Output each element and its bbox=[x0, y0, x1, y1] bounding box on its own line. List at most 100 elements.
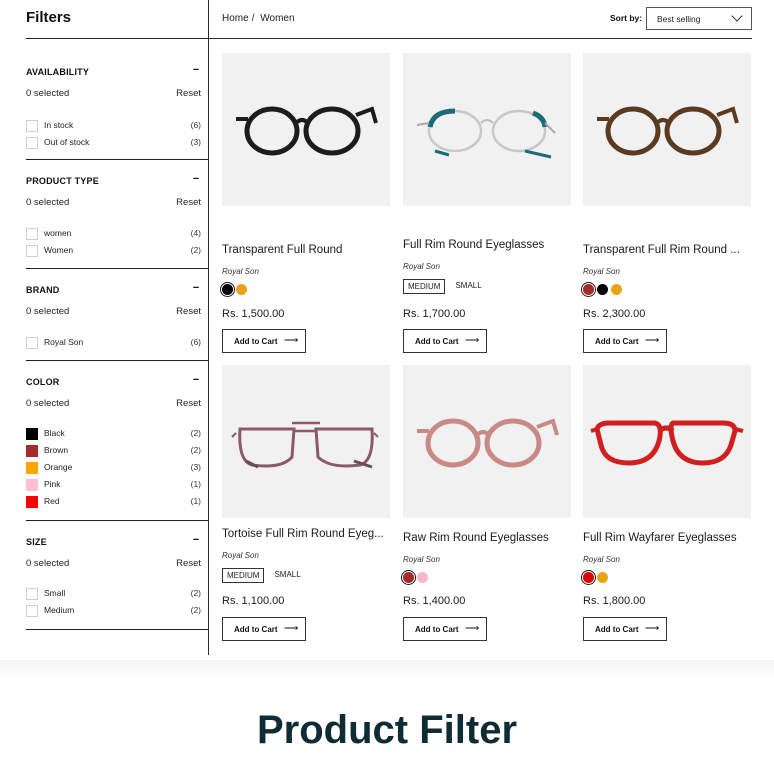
color-swatch[interactable] bbox=[26, 445, 38, 457]
product-image[interactable] bbox=[403, 53, 571, 206]
filter-heading[interactable]: SIZE bbox=[26, 537, 47, 547]
color-swatch[interactable] bbox=[581, 282, 596, 297]
filter-option-orange[interactable]: Orange (3) bbox=[26, 461, 201, 475]
filter-option-in-stock[interactable]: In stock (6) bbox=[26, 119, 201, 133]
option-count: (1) bbox=[190, 496, 201, 506]
checkbox[interactable] bbox=[26, 137, 38, 149]
filter-option-small[interactable]: Small (2) bbox=[26, 587, 201, 601]
filter-option-women-2[interactable]: Women (2) bbox=[26, 244, 201, 258]
collapse-icon[interactable]: − bbox=[191, 173, 201, 185]
checkbox[interactable] bbox=[26, 120, 38, 132]
sidebar-divider bbox=[26, 268, 208, 269]
add-to-cart-button[interactable]: Add to Cart ⟶ bbox=[403, 617, 487, 641]
filter-heading[interactable]: BRAND bbox=[26, 285, 60, 295]
color-swatch[interactable] bbox=[236, 284, 247, 295]
checkbox[interactable] bbox=[26, 588, 38, 600]
product-brand: Royal Son bbox=[403, 555, 440, 564]
size-chip[interactable]: MEDIUM bbox=[222, 568, 265, 583]
add-to-cart-button[interactable]: Add to Cart ⟶ bbox=[222, 617, 306, 641]
reset-link[interactable]: Reset bbox=[176, 558, 201, 569]
color-swatch[interactable] bbox=[417, 572, 428, 583]
reset-link[interactable]: Reset bbox=[176, 197, 201, 208]
eyeglasses-image bbox=[597, 106, 739, 156]
sidebar-divider bbox=[26, 629, 208, 630]
product-brand: Royal Son bbox=[222, 267, 259, 276]
filter-option-medium[interactable]: Medium (2) bbox=[26, 604, 201, 618]
sidebar-divider bbox=[26, 159, 208, 160]
color-swatch[interactable] bbox=[597, 572, 608, 583]
color-swatch[interactable] bbox=[26, 462, 38, 474]
option-count: (2) bbox=[190, 245, 201, 255]
breadcrumb-home[interactable]: Home bbox=[222, 13, 249, 24]
filter-heading[interactable]: COLOR bbox=[26, 377, 60, 387]
color-swatch[interactable] bbox=[581, 570, 596, 585]
color-swatch[interactable] bbox=[401, 570, 416, 585]
chevron-down-icon bbox=[731, 10, 743, 22]
product-image[interactable] bbox=[403, 365, 571, 518]
product-title[interactable]: Tortoise Full Rim Round Eyeg... bbox=[222, 528, 390, 540]
option-count: (2) bbox=[190, 428, 201, 438]
checkbox[interactable] bbox=[26, 228, 38, 240]
add-to-cart-button[interactable]: Add to Cart ⟶ bbox=[583, 617, 667, 641]
checkbox[interactable] bbox=[26, 245, 38, 257]
product-title[interactable]: Transparent Full Round bbox=[222, 244, 390, 256]
reset-link[interactable]: Reset bbox=[176, 88, 201, 99]
selected-count: 0 selected bbox=[26, 306, 70, 317]
color-swatch[interactable] bbox=[597, 284, 608, 295]
collapse-icon[interactable]: − bbox=[191, 374, 201, 386]
filter-sidebar: Filters AVAILABILITY − 0 selected Reset … bbox=[26, 0, 208, 655]
product-price: Rs. 1,700.00 bbox=[403, 308, 466, 320]
breadcrumb-separator: / bbox=[251, 13, 255, 24]
breadcrumb: Home / Women bbox=[222, 13, 295, 24]
color-swatch[interactable] bbox=[26, 496, 38, 508]
filter-option-black[interactable]: Black (2) bbox=[26, 427, 201, 441]
product-brand: Royal Son bbox=[403, 262, 440, 271]
sort-dropdown[interactable]: Best selling bbox=[646, 7, 752, 30]
product-title[interactable]: Full Rim Round Eyeglasses bbox=[403, 239, 571, 251]
product-image[interactable] bbox=[222, 53, 390, 206]
header-divider bbox=[209, 38, 752, 39]
reset-link[interactable]: Reset bbox=[176, 398, 201, 409]
filter-heading[interactable]: PRODUCT TYPE bbox=[26, 176, 99, 186]
option-label: Women bbox=[44, 245, 74, 255]
color-swatch[interactable] bbox=[26, 428, 38, 440]
filter-option-red[interactable]: Red (1) bbox=[26, 495, 201, 509]
filter-option-pink[interactable]: Pink (1) bbox=[26, 478, 201, 492]
product-title[interactable]: Raw Rim Round Eyeglasses bbox=[403, 532, 571, 544]
filter-heading[interactable]: AVAILABILITY bbox=[26, 67, 89, 77]
arrow-right-icon: ⟶ bbox=[465, 335, 480, 346]
size-chip[interactable]: MEDIUM bbox=[403, 279, 446, 294]
collapse-icon[interactable]: − bbox=[191, 64, 201, 76]
color-swatch[interactable] bbox=[611, 284, 622, 295]
size-chip[interactable]: SMALL bbox=[270, 568, 304, 581]
sort-label: Sort by: bbox=[610, 13, 643, 23]
add-to-cart-button[interactable]: Add to Cart ⟶ bbox=[403, 329, 487, 353]
size-chip[interactable]: SMALL bbox=[451, 279, 485, 292]
arrow-right-icon: ⟶ bbox=[284, 335, 299, 346]
collapse-icon[interactable]: − bbox=[191, 282, 201, 294]
filter-option-royal-son[interactable]: Royal Son (6) bbox=[26, 336, 201, 350]
checkbox[interactable] bbox=[26, 605, 38, 617]
reset-link[interactable]: Reset bbox=[176, 306, 201, 317]
product-price: Rs. 1,100.00 bbox=[222, 595, 285, 607]
color-swatches bbox=[581, 570, 611, 585]
product-title[interactable]: Full Rim Wayfarer Eyeglasses bbox=[583, 532, 751, 544]
product-title[interactable]: Transparent Full Rim Round ... bbox=[583, 244, 751, 256]
collapse-icon[interactable]: − bbox=[191, 534, 201, 546]
add-to-cart-button[interactable]: Add to Cart ⟶ bbox=[583, 329, 667, 353]
filter-option-brown[interactable]: Brown (2) bbox=[26, 444, 201, 458]
option-count: (2) bbox=[190, 605, 201, 615]
option-count: (6) bbox=[190, 337, 201, 347]
option-count: (2) bbox=[190, 588, 201, 598]
color-swatch[interactable] bbox=[220, 282, 235, 297]
filter-option-out-of-stock[interactable]: Out of stock (3) bbox=[26, 136, 201, 150]
add-to-cart-button[interactable]: Add to Cart ⟶ bbox=[222, 329, 306, 353]
product-image[interactable] bbox=[583, 53, 751, 206]
product-image[interactable] bbox=[583, 365, 751, 518]
selected-count: 0 selected bbox=[26, 197, 70, 208]
filter-option-women[interactable]: women (4) bbox=[26, 227, 201, 241]
product-image[interactable] bbox=[222, 365, 390, 518]
checkbox[interactable] bbox=[26, 337, 38, 349]
add-to-cart-label: Add to Cart bbox=[415, 625, 459, 634]
color-swatch[interactable] bbox=[26, 479, 38, 491]
